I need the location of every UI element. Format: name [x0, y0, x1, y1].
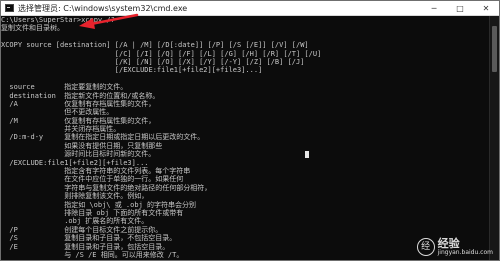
watermark-main-text: 经验 — [437, 237, 460, 251]
watermark-url: jingyan.baidu.com — [437, 248, 493, 256]
cmd-window: 选择管理员: C:\windows\system32\cmd.exe ─ □ ✕… — [0, 0, 500, 261]
jingyan-logo-icon: 经 — [416, 238, 435, 256]
red-annotation-arrow — [79, 13, 139, 29]
baidu-jingyan-watermark: 经 经验 jingyan.baidu.com — [416, 237, 493, 256]
